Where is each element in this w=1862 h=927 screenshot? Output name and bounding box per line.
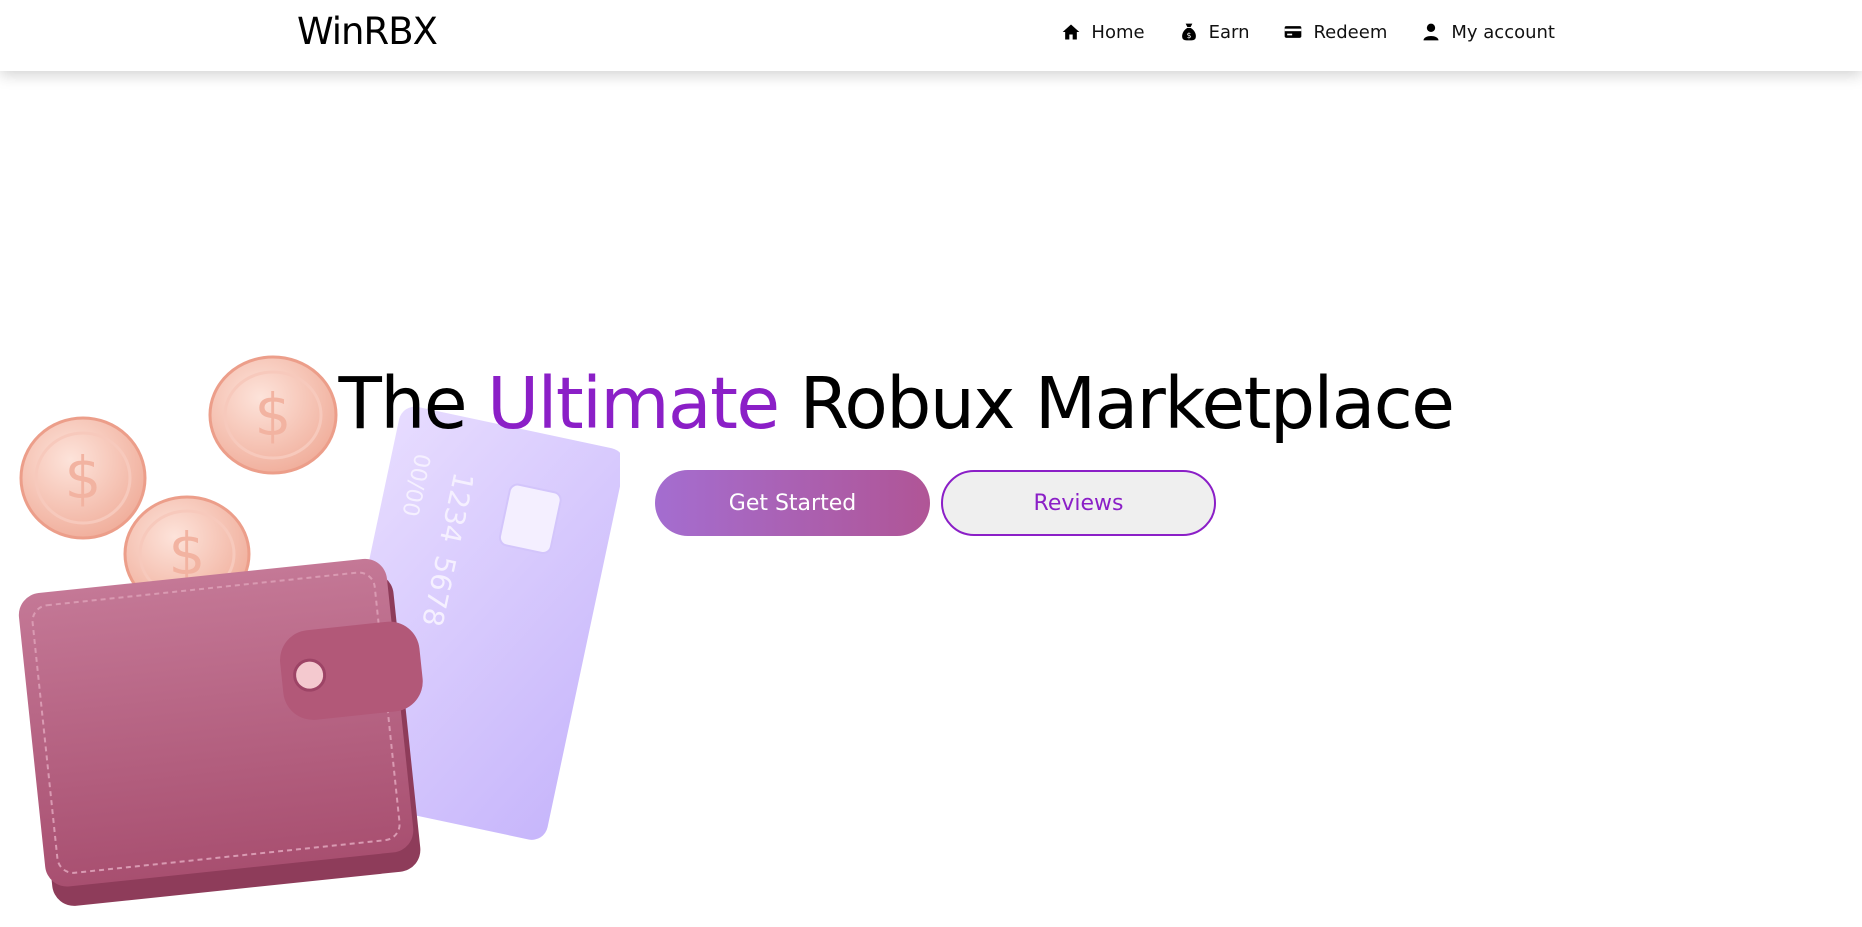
nav-item-my-account[interactable]: My account [1421,22,1555,43]
home-icon [1063,24,1080,40]
nav-item-home[interactable]: Home [1061,21,1145,43]
hero-cta-group: Get Started Reviews [655,470,1216,536]
reviews-button[interactable]: Reviews [941,470,1216,536]
nav-item-redeem[interactable]: Redeem [1283,22,1387,43]
money-bag-icon: $ [1181,23,1196,41]
svg-text:$: $ [65,444,102,512]
hero-title-start: The [338,362,468,445]
site-header: WinRBX Home $ Earn Redeem My account [0,0,1862,71]
nav-item-earn[interactable]: $ Earn [1179,21,1250,43]
hero-title-end: Robux Marketplace [799,362,1455,445]
wallet-icon [18,558,423,906]
nav-item-label: Redeem [1313,21,1388,43]
get-started-button[interactable]: Get Started [655,470,930,536]
nav-item-label: Earn [1208,21,1250,43]
hero-title: The Ultimate Robux Marketplace [0,362,1862,445]
svg-text:$: $ [1186,31,1191,40]
nav-item-label: My account [1451,21,1555,43]
page: WinRBX Home $ Earn Redeem My account $ $… [0,0,1862,927]
user-icon [1423,23,1439,41]
hero-title-accent: Ultimate [487,362,780,445]
brand-logo[interactable]: WinRBX [297,10,438,53]
main-nav: Home $ Earn Redeem My account [1027,0,1555,64]
nav-item-label: Home [1091,21,1145,43]
credit-card-icon [1285,26,1302,38]
